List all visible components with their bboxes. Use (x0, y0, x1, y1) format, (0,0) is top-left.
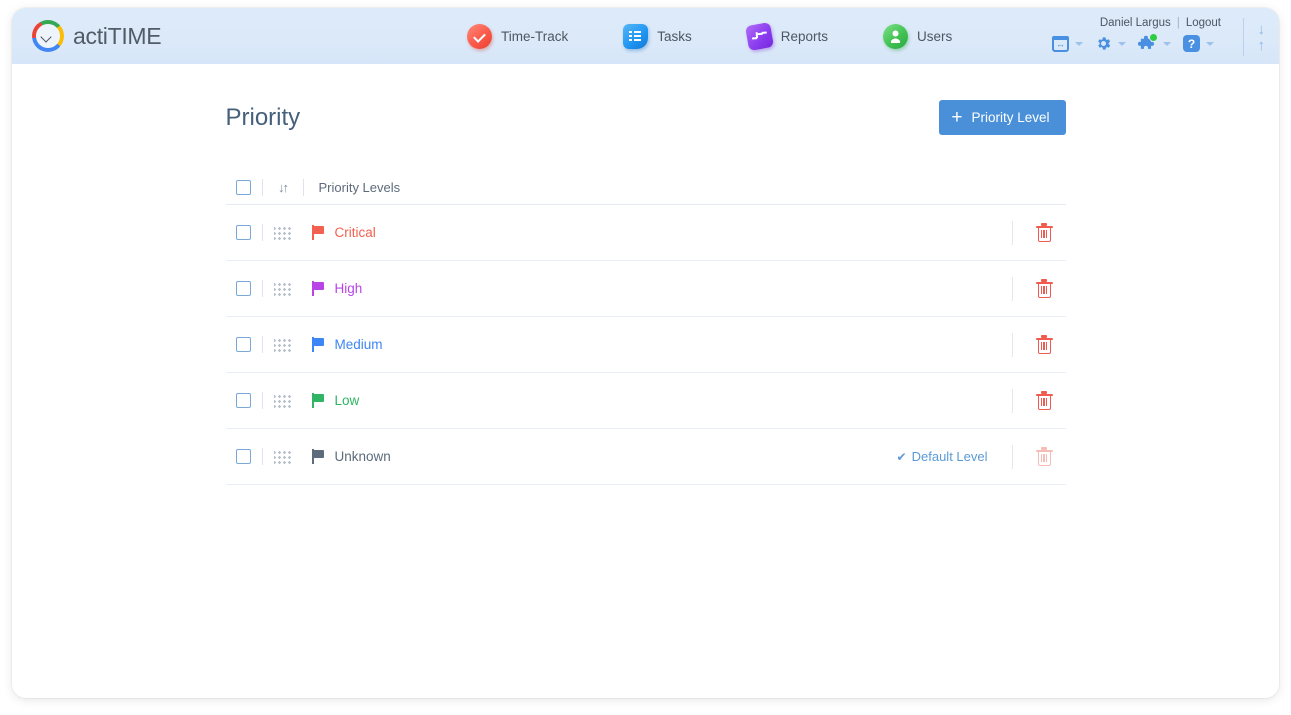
delete-icon[interactable] (1035, 334, 1054, 355)
priority-level-name[interactable]: Medium (335, 337, 383, 352)
page-title: Priority (225, 103, 301, 131)
default-level-badge[interactable]: ✔ Default Level (897, 449, 988, 464)
chevron-down-icon (1163, 41, 1171, 46)
add-priority-level-button[interactable]: + Priority Level (939, 100, 1066, 135)
nav-label-reports: Reports (780, 28, 829, 44)
calendar-icon (1052, 35, 1069, 52)
nav-label-users: Users (917, 28, 953, 44)
divider (261, 179, 263, 196)
divider (261, 448, 263, 465)
calendar-menu[interactable] (1050, 35, 1090, 52)
table-row[interactable]: Low (225, 373, 1066, 429)
row-checkbox[interactable] (235, 337, 251, 352)
drag-handle-icon[interactable] (273, 225, 292, 240)
divider (1011, 220, 1013, 245)
table-row[interactable]: Critical (225, 205, 1066, 261)
page-header: Priority + Priority Level (226, 100, 1066, 135)
app-header: actiTIME Time-Track Tasks Reports Users (12, 8, 1279, 64)
divider (302, 179, 304, 196)
main-navigation: Time-Track Tasks Reports Users (467, 8, 952, 64)
nav-label-time-track: Time-Track (501, 28, 569, 44)
check-icon: ✔ (896, 449, 907, 464)
sort-toggle-icon[interactable]: ↓↑ (274, 180, 292, 195)
drag-handle-icon[interactable] (273, 449, 292, 464)
extensions-menu[interactable] (1136, 33, 1178, 52)
divider (1011, 388, 1013, 413)
header-collapse-toggle[interactable]: ↓ ↑ (1242, 18, 1266, 56)
nav-label-tasks: Tasks (657, 28, 692, 44)
user-line: Daniel Largus | Logout (1100, 17, 1221, 29)
acticlock-logo-icon (32, 20, 64, 52)
delete-icon[interactable] (1035, 278, 1054, 299)
drag-handle-icon[interactable] (273, 393, 292, 408)
priority-level-name[interactable]: High (335, 281, 363, 296)
flag-icon (311, 449, 326, 464)
nav-item-users[interactable]: Users (883, 23, 953, 49)
arrow-down-icon: ↓ (1257, 20, 1266, 38)
puzzle-piece-icon (1137, 33, 1158, 52)
gear-icon (1095, 35, 1112, 52)
row-checkbox[interactable] (235, 449, 251, 464)
help-menu[interactable]: ? (1181, 35, 1221, 52)
priority-levels-table: ↓↑ Priority Levels Critical High Medium Low… (225, 171, 1066, 485)
row-checkbox[interactable] (235, 393, 251, 408)
reports-icon (744, 21, 774, 51)
notification-dot (1149, 33, 1158, 42)
drag-handle-icon[interactable] (273, 337, 292, 352)
flag-icon (311, 393, 326, 408)
add-priority-level-label: Priority Level (971, 110, 1050, 125)
delete-icon[interactable] (1035, 390, 1054, 411)
priority-level-name[interactable]: Critical (335, 225, 376, 240)
table-body: Critical High Medium Low Unknown ✔ Default Lev… (225, 205, 1066, 485)
table-row[interactable]: Unknown ✔ Default Level (225, 429, 1066, 485)
column-header-priority-levels: Priority Levels (318, 180, 401, 195)
delete-icon[interactable] (1035, 222, 1054, 243)
brand-logo[interactable]: actiTIME (32, 20, 162, 52)
delete-icon (1035, 446, 1054, 467)
tasks-icon (623, 23, 649, 49)
settings-menu[interactable] (1093, 35, 1133, 52)
divider (261, 336, 263, 353)
divider (1011, 332, 1013, 357)
chevron-down-icon (1075, 41, 1083, 46)
user-separator: | (1176, 17, 1180, 29)
divider (1011, 444, 1013, 469)
nav-item-tasks[interactable]: Tasks (623, 23, 692, 49)
default-level-label: Default Level (911, 449, 988, 464)
divider (1011, 276, 1013, 301)
header-tool-icons: ? (1050, 33, 1221, 52)
content-container: Priority + Priority Level ↓↑ Priority Le… (225, 64, 1066, 485)
divider (261, 280, 263, 297)
table-row[interactable]: Medium (225, 317, 1066, 373)
help-icon: ? (1183, 35, 1200, 52)
nav-item-time-track[interactable]: Time-Track (467, 23, 569, 49)
row-checkbox[interactable] (235, 281, 251, 296)
page-body: Priority + Priority Level ↓↑ Priority Le… (12, 64, 1279, 698)
time-track-icon (467, 23, 492, 49)
divider (261, 224, 263, 241)
row-checkbox[interactable] (235, 225, 251, 240)
app-window: actiTIME Time-Track Tasks Reports Users (12, 8, 1279, 698)
users-icon (883, 23, 909, 49)
brand-name: actiTIME (73, 22, 162, 49)
table-row[interactable]: High (225, 261, 1066, 317)
nav-item-reports[interactable]: Reports (744, 21, 829, 51)
chevron-down-icon (1118, 41, 1126, 46)
priority-level-name[interactable]: Low (335, 393, 360, 408)
flag-icon (311, 337, 326, 352)
logout-link[interactable]: Logout (1186, 17, 1221, 29)
user-name[interactable]: Daniel Largus (1100, 17, 1171, 29)
divider (261, 392, 263, 409)
drag-handle-icon[interactable] (273, 281, 292, 296)
arrow-up-icon: ↑ (1257, 36, 1266, 54)
priority-level-name[interactable]: Unknown (335, 449, 391, 464)
select-all-checkbox[interactable] (235, 180, 251, 195)
flag-icon (311, 225, 326, 240)
flag-icon (311, 281, 326, 296)
table-header-row: ↓↑ Priority Levels (225, 171, 1066, 205)
header-user-area: Daniel Largus | Logout ↔ ? (1050, 17, 1221, 52)
chevron-down-icon (1206, 41, 1214, 46)
